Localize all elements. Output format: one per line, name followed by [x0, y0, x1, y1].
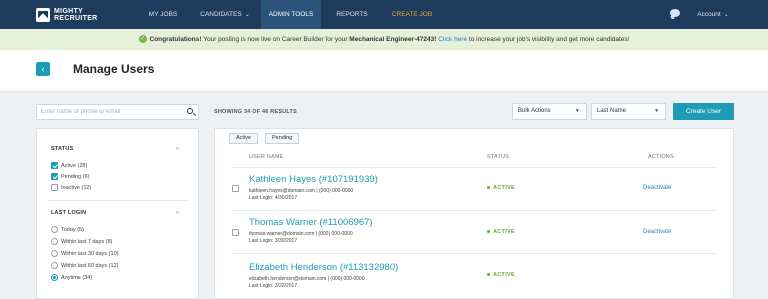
account-menu[interactable]: Account ⌄ [688, 0, 738, 29]
last-login-filter-heading: LAST LOGIN [51, 210, 87, 216]
status-dot-icon [487, 186, 490, 190]
deactivate-link[interactable]: Deactivate [643, 229, 671, 235]
chat-icon[interactable] [670, 9, 680, 17]
users-table-panel: Active Pending USER NAME STATUS ACTIONS … [214, 128, 734, 299]
logo-mark-icon [36, 8, 50, 22]
status-badge: ACTIVE [487, 229, 515, 235]
chevron-down-icon: ⌄ [244, 12, 250, 18]
radio-button[interactable] [51, 250, 58, 257]
login-option-7-days[interactable]: Within last 7 days (8) [51, 238, 112, 245]
search-icon[interactable] [187, 108, 193, 114]
page-title: Manage Users [73, 62, 155, 76]
column-header-status[interactable]: STATUS [487, 154, 509, 160]
checkbox[interactable] [51, 162, 58, 169]
bulk-actions-select[interactable]: Bulk Actions ▼ [512, 103, 587, 120]
user-name-link[interactable]: Kathleen Hayes (#107191939) [249, 174, 378, 185]
user-contact: thomas.warner@domain.com | (000) 000-000… [249, 231, 353, 237]
radio-button[interactable] [51, 238, 58, 245]
user-last-login: Last Login: 3/22/2017 [249, 283, 298, 289]
search-box [36, 104, 199, 120]
status-dot-icon [487, 230, 490, 234]
back-button[interactable]: ‹ [36, 62, 50, 76]
checkbox[interactable] [51, 173, 58, 180]
nav-create-job[interactable]: CREATE JOB [380, 0, 444, 29]
sort-select[interactable]: Last Name ▼ [591, 103, 666, 120]
nav-reports[interactable]: REPORTS [326, 0, 378, 29]
page-header: ‹ Manage Users [0, 50, 768, 92]
chevron-down-icon[interactable]: ⌄ [175, 208, 180, 215]
chip-active[interactable]: Active [229, 133, 258, 144]
filter-panel: STATUS ⌄ Active (28) Pending (6) Inactiv… [36, 128, 199, 299]
chevron-down-icon: ⌄ [723, 12, 729, 18]
search-input[interactable] [37, 105, 177, 119]
status-badge: ACTIVE [487, 272, 515, 278]
logo-text: MIGHTY RECRUITER [54, 8, 98, 22]
status-filter-heading: STATUS [51, 146, 74, 152]
radio-button[interactable] [51, 274, 58, 281]
caret-down-icon: ▼ [575, 108, 580, 114]
user-last-login: Last Login: 4/30/2017 [249, 195, 298, 201]
column-header-user-name[interactable]: USER NAME [249, 154, 284, 160]
banner-job-title: Mechanical Engineer-47243! [349, 36, 437, 43]
create-user-button[interactable]: Create User [673, 103, 734, 120]
user-name-link[interactable]: Thomas Warner (#11006967) [249, 217, 373, 228]
check-circle-icon: ✓ [138, 35, 147, 44]
row-checkbox[interactable] [232, 229, 239, 236]
radio-button[interactable] [51, 226, 58, 233]
logo-text-line1: MIGHTY [54, 8, 84, 15]
status-option-active[interactable]: Active (28) [51, 162, 87, 169]
login-option-anytime[interactable]: Anytime (34) [51, 274, 92, 281]
deactivate-link[interactable]: Deactivate [643, 185, 671, 191]
nav-my-jobs[interactable]: MY JOBS [135, 0, 191, 29]
table-divider [232, 210, 716, 211]
user-name-link[interactable]: Elizabeth Henderson (#113132980) [249, 262, 398, 273]
mighty-recruiter-logo[interactable]: MIGHTY RECRUITER [36, 6, 98, 24]
chip-pending[interactable]: Pending [265, 133, 300, 144]
banner-text-tail: to increase your job's visibility and ge… [467, 36, 630, 43]
table-divider [232, 167, 716, 168]
results-count: SHOWING 34 OF 46 RESULTS [214, 109, 297, 115]
status-option-inactive[interactable]: Inactive (12) [51, 184, 91, 191]
banner-lead: Congratulations! [149, 36, 202, 43]
banner-click-here-link[interactable]: Click here [438, 36, 467, 43]
status-dot-icon [487, 273, 490, 277]
nav-candidates[interactable]: CANDIDATES ⌄ [191, 0, 259, 29]
login-option-30-days[interactable]: Within last 30 days (10) [51, 250, 118, 257]
caret-down-icon: ▼ [654, 108, 659, 114]
logo-text-line2: RECRUITER [54, 15, 98, 22]
checkbox[interactable] [51, 184, 58, 191]
top-navigation-bar: MIGHTY RECRUITER MY JOBS CANDIDATES ⌄ ADM… [0, 0, 768, 29]
login-option-today[interactable]: Today (5) [51, 226, 84, 233]
banner-text: Your posting is now live on Career Build… [201, 36, 350, 43]
nav-admin-tools[interactable]: ADMIN TOOLS [261, 0, 321, 29]
login-option-60-days[interactable]: Within last 60 days (12) [51, 262, 118, 269]
user-contact: elizabeth.henderson@domain.com | (000) 0… [249, 276, 365, 282]
row-checkbox[interactable] [232, 185, 239, 192]
chevron-left-icon: ‹ [41, 64, 45, 74]
user-contact: kathleen.hayes@domain.com | (000) 000-00… [249, 188, 354, 194]
radio-button[interactable] [51, 262, 58, 269]
user-last-login: Last Login: 3/30/2017 [249, 238, 298, 244]
status-option-pending[interactable]: Pending (6) [51, 173, 89, 180]
column-header-actions: ACTIONS [648, 154, 674, 160]
status-badge: ACTIVE [487, 185, 515, 191]
chevron-down-icon[interactable]: ⌄ [175, 144, 180, 151]
filter-divider [47, 200, 188, 201]
success-banner: ✓ Congratulations! Your posting is now li… [0, 29, 768, 50]
table-divider [232, 253, 716, 254]
